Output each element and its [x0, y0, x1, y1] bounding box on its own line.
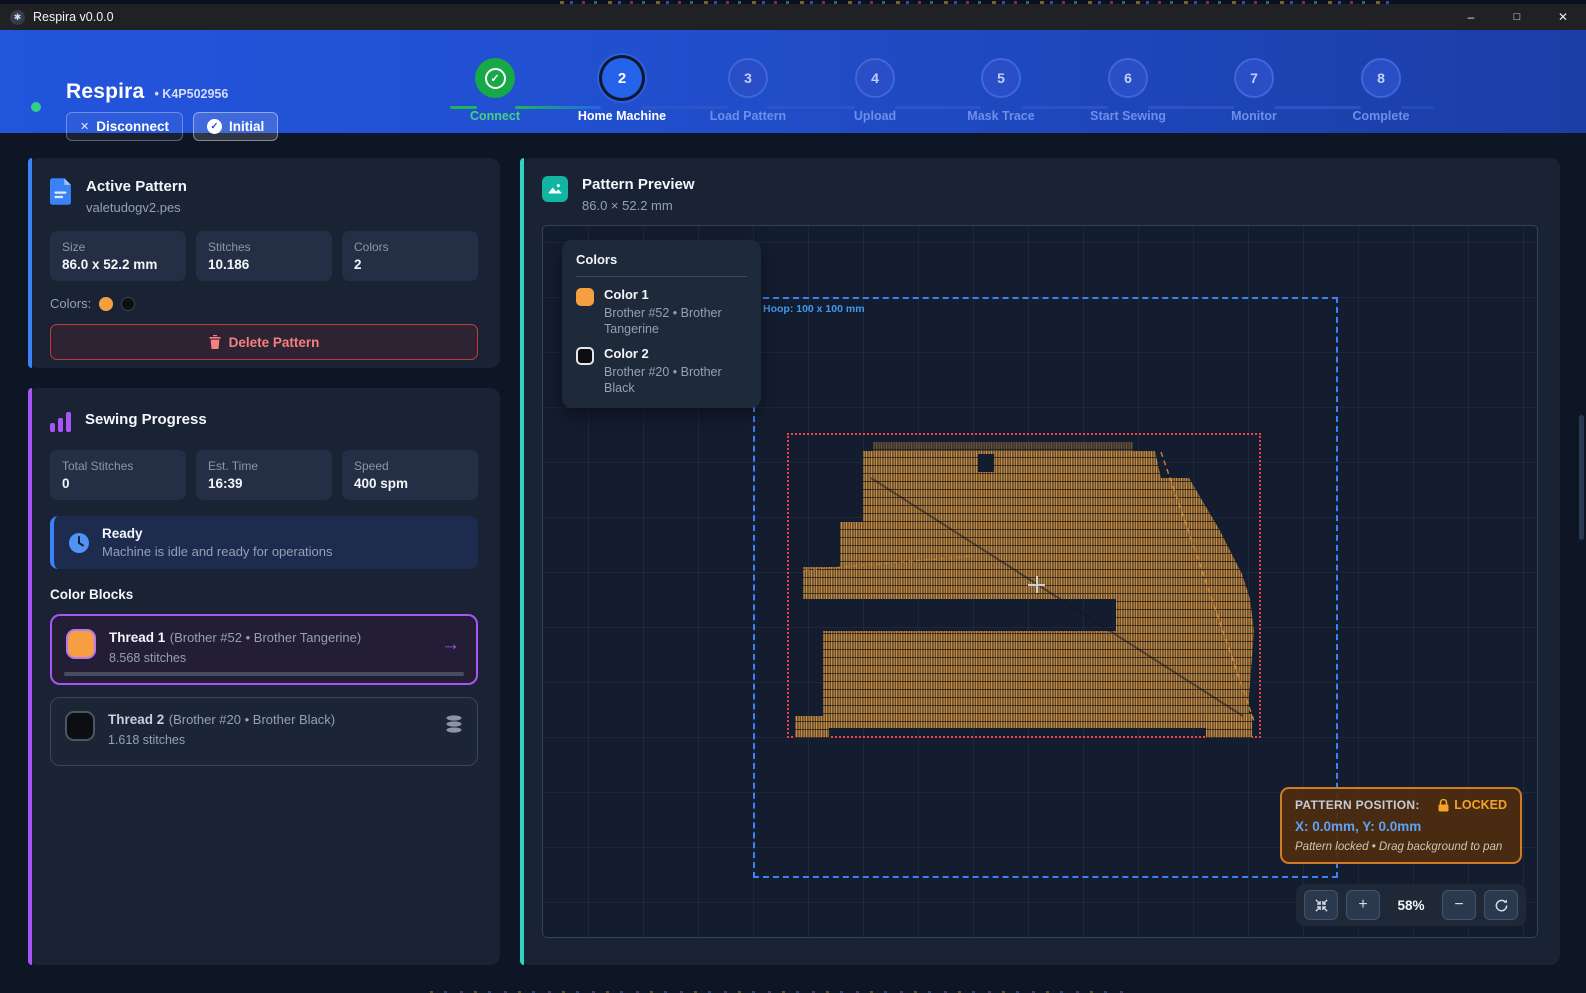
arrow-right-icon: →	[441, 634, 460, 656]
zoom-out-button[interactable]: −	[1442, 890, 1476, 920]
step-mask-trace[interactable]: 5 Mask Trace	[946, 58, 1056, 123]
app-window: ✱ Respira v0.0.0 – □ ✕ Respira • K4P5029…	[0, 0, 1586, 993]
step-start-sewing[interactable]: 6 Start Sewing	[1073, 58, 1183, 123]
stat-stitches: Stitches 10.186	[196, 231, 332, 281]
stepper: ✓ Connect 2 Home Machine 3 Load Pattern …	[0, 58, 1586, 133]
pattern-dimensions: 86.0 × 52.2 mm	[582, 198, 695, 213]
stat-est-time: Est. Time 16:39	[196, 450, 332, 500]
reset-view-icon	[1494, 898, 1509, 913]
legend-color-1: Color 1 Brother #52 • Brother Tangerine	[576, 287, 747, 338]
zoom-in-button[interactable]: +	[1346, 890, 1380, 920]
app-header: Respira • K4P502956 ✕ Disconnect ✓ Initi…	[0, 30, 1586, 133]
window-scrollbar[interactable]	[1579, 415, 1584, 540]
thread2-swatch	[65, 711, 95, 741]
pattern-preview-title: Pattern Preview	[582, 176, 695, 193]
sewing-progress-title: Sewing Progress	[85, 411, 207, 428]
machine-status-box: Ready Machine is idle and ready for oper…	[50, 516, 478, 569]
pattern-coordinates: X: 0.0mm, Y: 0.0mm	[1295, 819, 1507, 834]
pattern-preview-card: Pattern Preview 86.0 × 52.2 mm Hoop: 100…	[520, 158, 1560, 965]
zoom-level: 58%	[1388, 898, 1434, 913]
crosshair-icon	[1028, 576, 1045, 593]
reset-view-button[interactable]	[1484, 890, 1518, 920]
thread-block-2[interactable]: Thread 2 (Brother #20 • Brother Black) 1…	[50, 697, 478, 766]
app-icon: ✱	[10, 10, 25, 25]
step-connect[interactable]: ✓ Connect	[440, 58, 550, 123]
trash-icon	[209, 335, 221, 349]
thread-block-1[interactable]: Thread 1 (Brother #52 • Brother Tangerin…	[50, 614, 478, 685]
sewing-progress-card: Sewing Progress Total Stitches 0 Est. Ti…	[28, 388, 500, 965]
stat-speed: Speed 400 spm	[342, 450, 478, 500]
check-icon: ✓	[485, 68, 506, 89]
titlebar: ✱ Respira v0.0.0 – □ ✕	[0, 4, 1586, 30]
close-button[interactable]: ✕	[1540, 4, 1586, 30]
legend-swatch-black	[576, 347, 594, 365]
preview-canvas[interactable]: Hoop: 100 x 100 mm	[542, 225, 1538, 938]
legend-swatch-orange	[576, 288, 594, 306]
pattern-filename: valetudogv2.pes	[86, 200, 187, 215]
maximize-button[interactable]: □	[1494, 4, 1540, 30]
colors-label: Colors:	[50, 296, 91, 311]
image-icon	[542, 176, 568, 202]
color-swatch-orange	[99, 297, 113, 311]
card-accent-edge	[520, 158, 524, 965]
delete-pattern-button[interactable]: Delete Pattern	[50, 324, 478, 360]
clock-icon	[68, 532, 90, 554]
file-icon	[50, 178, 72, 205]
active-pattern-card: Active Pattern valetudogv2.pes Size 86.0…	[28, 158, 500, 368]
legend-color-2: Color 2 Brother #20 • Brother Black	[576, 346, 747, 397]
thread1-swatch	[66, 629, 96, 659]
stat-size: Size 86.0 x 52.2 mm	[50, 231, 186, 281]
pattern-position-overlay: PATTERN POSITION: LOCKED X: 0.0mm, Y: 0.…	[1280, 787, 1522, 864]
window-title: Respira v0.0.0	[33, 10, 114, 24]
step-monitor[interactable]: 7 Monitor	[1199, 58, 1309, 123]
step-home-machine[interactable]: 2 Home Machine	[567, 58, 677, 123]
color-blocks-title: Color Blocks	[50, 587, 478, 602]
pan-hint: Pattern locked • Drag background to pan	[1295, 841, 1507, 853]
card-accent-edge	[28, 388, 32, 965]
color-swatch-black	[121, 297, 135, 311]
status-description: Machine is idle and ready for operations	[102, 544, 333, 559]
database-icon	[445, 714, 463, 734]
minimize-button[interactable]: –	[1448, 4, 1494, 30]
stat-colors: Colors 2	[342, 231, 478, 281]
locked-badge: LOCKED	[1454, 798, 1507, 812]
thread1-progress-bar	[64, 672, 464, 676]
step-upload[interactable]: 4 Upload	[820, 58, 930, 123]
card-accent-edge	[28, 158, 32, 368]
fit-view-button[interactable]	[1304, 890, 1338, 920]
fit-view-icon	[1314, 898, 1329, 913]
window-controls: – □ ✕	[1448, 4, 1586, 30]
stat-total-stitches: Total Stitches 0	[50, 450, 186, 500]
step-done-circle: ✓	[475, 58, 515, 98]
active-pattern-title: Active Pattern	[86, 178, 187, 195]
status-title: Ready	[102, 526, 333, 541]
bar-chart-icon	[50, 410, 71, 432]
zoom-controls: + 58% −	[1296, 884, 1526, 926]
step-load-pattern[interactable]: 3 Load Pattern	[693, 58, 803, 123]
lock-icon	[1438, 799, 1449, 812]
colors-legend: Colors Color 1 Brother #52 • Brother Tan…	[562, 240, 761, 408]
step-complete[interactable]: 8 Complete	[1326, 58, 1436, 123]
